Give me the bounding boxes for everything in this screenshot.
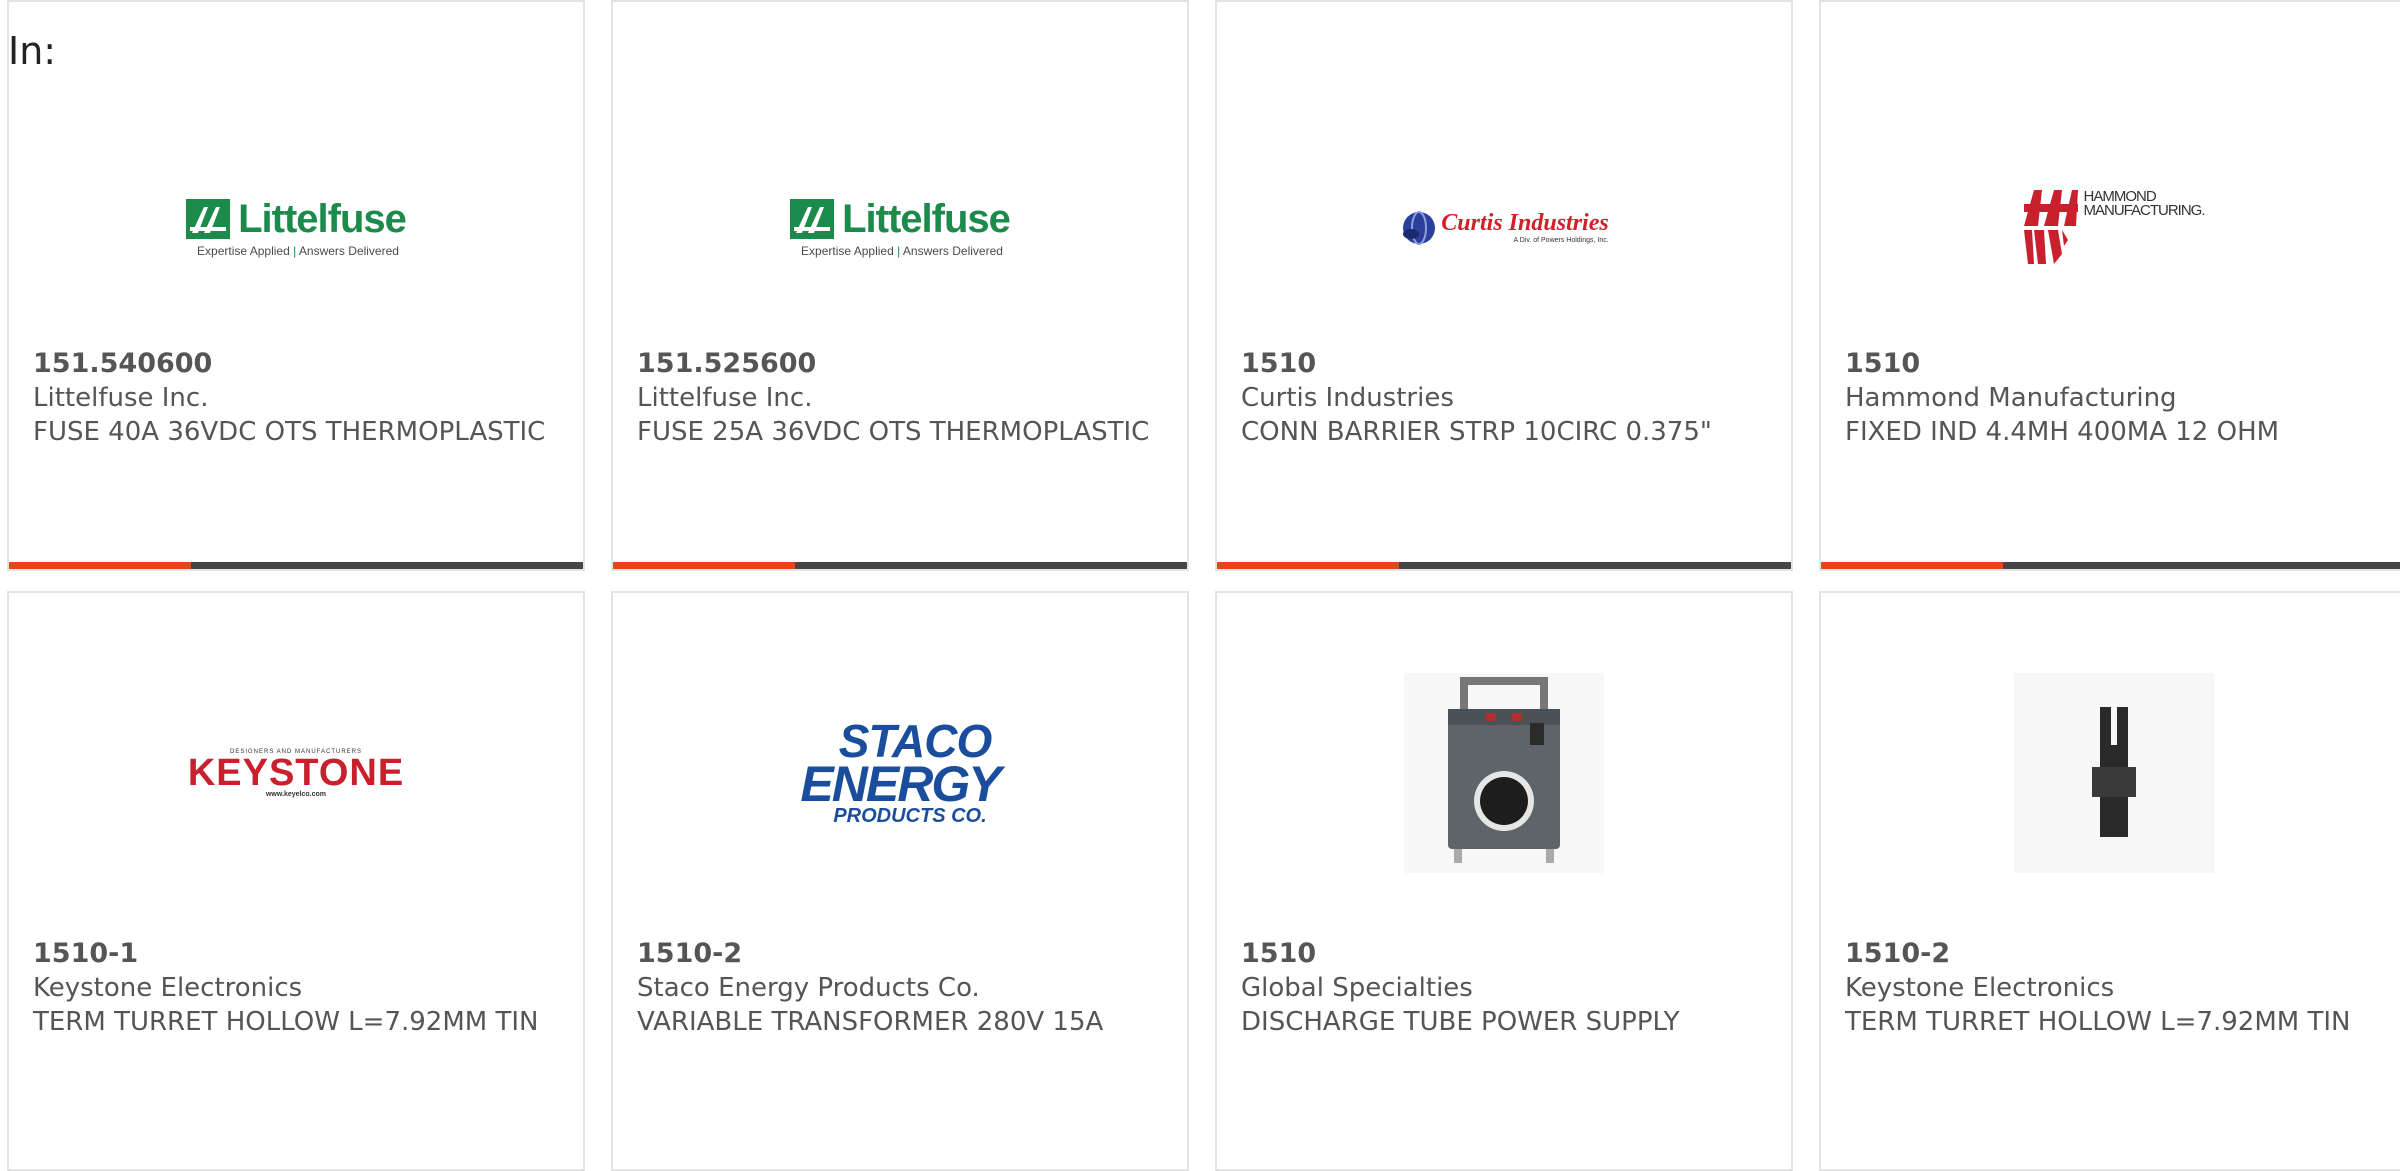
product-grid: Littelfuse Expertise Applied | Answers D…	[7, 0, 2400, 1171]
logo-line-3: PRODUCTS CO.	[833, 805, 987, 828]
manufacturer-name: Curtis Industries	[1241, 383, 1454, 413]
product-card[interactable]: HAMMOND MANUFACTURING. 1510 Hammond Manu…	[1819, 0, 2400, 571]
product-description: FIXED IND 4.4MH 400MA 12 OHM	[1845, 417, 2280, 447]
logo-subtitle: A Div. of Powers Holdings, Inc.	[1513, 237, 1609, 244]
part-number[interactable]: 1510-2	[1845, 938, 1950, 969]
product-card[interactable]: Littelfuse Expertise Applied | Answers D…	[7, 0, 585, 571]
card-accent-bar	[1821, 562, 2003, 569]
logo-line-2: MANUFACTURING.	[2083, 202, 2206, 219]
product-image[interactable]	[1217, 668, 1791, 878]
hammond-mark-icon	[2023, 190, 2078, 264]
product-card[interactable]: 1510 Global Specialties DISCHARGE TUBE P…	[1215, 591, 1793, 1171]
discharge-tube-power-supply-photo	[1404, 673, 1604, 873]
part-number[interactable]: 1510	[1241, 348, 1316, 379]
product-card[interactable]: Littelfuse Expertise Applied | Answers D…	[611, 0, 1189, 571]
manufacturer-name: Littelfuse Inc.	[637, 383, 813, 413]
logo-wordmark: Littelfuse	[238, 196, 407, 241]
power-supply-icon	[1448, 677, 1560, 863]
card-bottom-bar	[613, 562, 1187, 569]
part-number[interactable]: 1510	[1845, 348, 1920, 379]
product-image[interactable]: STACO ENERGY PRODUCTS CO.	[613, 668, 1187, 878]
hammond-logo: HAMMOND MANUFACTURING.	[2023, 189, 2206, 264]
logo-wordmark: Littelfuse	[842, 196, 1011, 241]
turret-terminal-icon	[2092, 707, 2136, 837]
product-description: FUSE 40A 36VDC OTS THERMOPLASTIC	[33, 417, 546, 447]
in-filter-label: In:	[8, 29, 57, 73]
keystone-logo: DESIGNERS AND MANUFACTURERS KEYSTONE www…	[188, 749, 404, 798]
logo-subtitle: www.keyelco.com	[265, 790, 327, 798]
part-number[interactable]: 1510-1	[33, 938, 138, 969]
manufacturer-name: Keystone Electronics	[1845, 973, 2115, 1003]
card-bottom-bar	[1821, 562, 2400, 569]
product-card[interactable]: DESIGNERS AND MANUFACTURERS KEYSTONE www…	[7, 591, 585, 1171]
product-image[interactable]: Littelfuse Expertise Applied | Answers D…	[613, 122, 1187, 332]
part-number[interactable]: 1510	[1241, 938, 1316, 969]
curtis-industries-logo: Curtis Industries A Div. of Powers Holdi…	[1399, 208, 1609, 246]
littelfuse-logo: Littelfuse Expertise Applied | Answers D…	[186, 196, 407, 258]
littelfuse-logo: Littelfuse Expertise Applied | Answers D…	[790, 196, 1011, 258]
card-bottom-bar	[9, 562, 583, 569]
logo-tagline: Expertise Applied | Answers Delivered	[197, 243, 399, 258]
product-card[interactable]: Curtis Industries A Div. of Powers Holdi…	[1215, 0, 1793, 571]
product-image[interactable]: HAMMOND MANUFACTURING.	[1821, 122, 2400, 332]
product-description: TERM TURRET HOLLOW L=7.92MM TIN	[33, 1007, 539, 1037]
card-accent-bar	[1217, 562, 1399, 569]
littelfuse-mark-icon	[790, 199, 835, 239]
littelfuse-mark-icon	[186, 199, 231, 239]
manufacturer-name: Littelfuse Inc.	[33, 383, 209, 413]
product-description: FUSE 25A 36VDC OTS THERMOPLASTIC	[637, 417, 1150, 447]
product-description: CONN BARRIER STRP 10CIRC 0.375"	[1241, 417, 1712, 447]
product-description: DISCHARGE TUBE POWER SUPPLY	[1241, 1007, 1680, 1037]
product-image[interactable]: DESIGNERS AND MANUFACTURERS KEYSTONE www…	[9, 668, 583, 878]
part-number[interactable]: 1510-2	[637, 938, 742, 969]
logo-wordmark: KEYSTONE	[187, 751, 405, 794]
manufacturer-name: Staco Energy Products Co.	[637, 973, 980, 1003]
logo-tagline: Expertise Applied | Answers Delivered	[801, 243, 1003, 258]
product-description: TERM TURRET HOLLOW L=7.92MM TIN	[1845, 1007, 2351, 1037]
product-image[interactable]: Curtis Industries A Div. of Powers Holdi…	[1217, 122, 1791, 332]
manufacturer-name: Hammond Manufacturing	[1845, 383, 2177, 413]
curtis-globe-icon	[1403, 211, 1436, 245]
part-number[interactable]: 151.540600	[33, 348, 212, 379]
product-card[interactable]: 1510-2 Keystone Electronics TERM TURRET …	[1819, 591, 2400, 1171]
staco-energy-logo: STACO ENERGY PRODUCTS CO.	[800, 718, 1001, 828]
part-number[interactable]: 151.525600	[637, 348, 816, 379]
product-card[interactable]: STACO ENERGY PRODUCTS CO. 1510-2 Staco E…	[611, 591, 1189, 1171]
card-accent-bar	[9, 562, 191, 569]
card-bottom-bar	[1217, 562, 1791, 569]
turret-terminal-photo	[2014, 673, 2214, 873]
logo-wordmark: Curtis Industries	[1441, 210, 1609, 236]
product-description: VARIABLE TRANSFORMER 280V 15A	[637, 1007, 1104, 1037]
product-image[interactable]: Littelfuse Expertise Applied | Answers D…	[9, 122, 583, 332]
logo-line-2: ENERGY	[800, 756, 1001, 813]
product-image[interactable]	[1821, 668, 2400, 878]
manufacturer-name: Keystone Electronics	[33, 973, 303, 1003]
manufacturer-name: Global Specialties	[1241, 973, 1473, 1003]
card-accent-bar	[613, 562, 795, 569]
